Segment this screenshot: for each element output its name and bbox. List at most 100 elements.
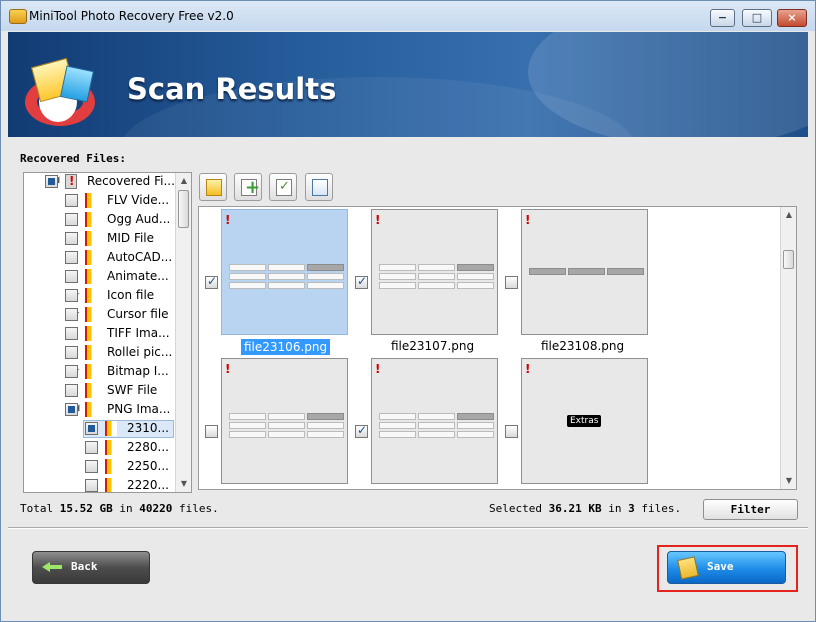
tree-checkbox[interactable] xyxy=(85,479,98,492)
thumbnail-filename[interactable]: file23107.png xyxy=(391,339,474,353)
tree-item-label: MID File xyxy=(107,231,155,245)
image-thumbnail[interactable]: ! xyxy=(371,209,498,335)
image-thumbnail[interactable]: ! xyxy=(521,209,648,335)
tree-checkbox[interactable] xyxy=(65,327,78,340)
tree-row[interactable]: Ogg Aud... xyxy=(24,211,174,230)
thumbnail-checkbox[interactable] xyxy=(355,423,368,438)
preview-row xyxy=(379,413,496,422)
thumbnail-scrollbar[interactable]: ▲ ▼ xyxy=(780,207,796,489)
tree-checkbox[interactable] xyxy=(85,441,98,454)
thumbnail-checkbox[interactable] xyxy=(505,276,518,289)
main-window: MiniTool Photo Recovery Free v2.0 − □ × … xyxy=(0,0,816,622)
back-button[interactable]: Back xyxy=(32,551,150,584)
preview-cell xyxy=(418,431,455,438)
recovered-files-icon xyxy=(65,174,77,189)
tree-row[interactable]: 2220... xyxy=(24,477,174,492)
tree-scroll-thumb[interactable] xyxy=(178,190,189,228)
tree-checkbox[interactable] xyxy=(65,289,78,302)
tree-checkbox[interactable] xyxy=(45,175,58,188)
tree-row[interactable]: ◢PNG Ima... xyxy=(24,401,174,420)
image-thumbnail[interactable]: ! xyxy=(221,209,348,335)
recovered-files-tree[interactable]: ◢Recovered Fi...FLV Vide... Ogg Aud... MID… xyxy=(23,172,192,493)
folder-up-icon xyxy=(206,179,222,196)
thumbnail-checkbox[interactable] xyxy=(505,425,518,438)
go-up-button[interactable] xyxy=(199,173,227,201)
tree-row[interactable]: ◢Recovered Fi... xyxy=(24,173,175,192)
thumbnail-scroll-down-icon[interactable]: ▼ xyxy=(781,473,796,489)
tree-checkbox[interactable] xyxy=(65,308,78,321)
tree-checkbox[interactable] xyxy=(65,232,78,245)
tree-checkbox[interactable] xyxy=(65,213,78,226)
preview-cell xyxy=(379,264,416,271)
thumbnail-checkbox[interactable] xyxy=(205,425,218,438)
image-thumbnail[interactable]: ! Extras xyxy=(521,358,648,484)
tree-checkbox[interactable] xyxy=(65,384,78,397)
tree-scroll-down-icon[interactable]: ▼ xyxy=(176,476,191,492)
tree-checkbox[interactable] xyxy=(85,460,98,473)
tree-checkbox[interactable] xyxy=(65,194,78,207)
view-menu-button[interactable] xyxy=(305,173,333,201)
tree-item-label: Cursor file xyxy=(107,307,169,321)
preview-cell xyxy=(418,264,455,271)
view-menu-icon xyxy=(312,179,328,196)
total-suffix: files. xyxy=(179,502,219,515)
preview-row xyxy=(529,277,646,286)
tree-item-label: TIFF Ima... xyxy=(107,326,170,340)
thumbnail-grid[interactable]: ! file23106.png! file23107.png! file23108.p… xyxy=(198,206,797,490)
tree-row[interactable]: ▷Cursor file xyxy=(24,306,174,325)
save-button[interactable]: Save xyxy=(667,551,786,584)
preview-cell xyxy=(268,282,305,289)
file-type-icon xyxy=(105,440,117,455)
tree-row[interactable]: FLV Vide... xyxy=(24,192,174,211)
tree-checkbox[interactable] xyxy=(85,422,98,435)
file-type-icon xyxy=(85,383,97,398)
thumbnail-scroll-thumb[interactable] xyxy=(783,250,794,269)
tree-row[interactable]: Rollei pic... xyxy=(24,344,174,363)
tree-checkbox[interactable] xyxy=(65,251,78,264)
thumbnail-checkbox[interactable] xyxy=(205,274,218,289)
tree-row[interactable]: SWF File xyxy=(24,382,174,401)
file-type-icon xyxy=(105,459,117,474)
thumbnail-filename[interactable]: file23108.png xyxy=(541,339,624,353)
tree-checkbox[interactable] xyxy=(65,346,78,359)
image-thumbnail[interactable]: ! xyxy=(371,358,498,484)
maximize-button[interactable]: □ xyxy=(742,9,772,27)
image-thumbnail[interactable]: ! xyxy=(221,358,348,484)
tree-checkbox[interactable] xyxy=(65,403,78,416)
thumbnail-checkbox[interactable] xyxy=(355,274,368,289)
tree-item-label: 2310... xyxy=(127,421,169,435)
tree-scroll-up-icon[interactable]: ▲ xyxy=(176,173,191,189)
file-type-icon xyxy=(85,402,97,417)
minimize-button[interactable]: − xyxy=(710,9,735,27)
add-button[interactable]: + xyxy=(234,173,262,201)
file-type-icon xyxy=(85,231,97,246)
preview-cell xyxy=(268,431,305,438)
preview-cell xyxy=(457,264,494,271)
tree-scrollbar[interactable]: ▲ ▼ xyxy=(175,173,191,492)
tree-checkbox[interactable] xyxy=(65,365,78,378)
tree-row-selected[interactable]: 2310... xyxy=(24,420,174,439)
tree-row[interactable]: AutoCAD... xyxy=(24,249,174,268)
close-button[interactable]: × xyxy=(777,9,807,27)
minimize-icon: − xyxy=(717,11,728,24)
tree-row[interactable]: TIFF Ima... xyxy=(24,325,174,344)
tree-checkbox[interactable] xyxy=(65,270,78,283)
check-all-icon: ✓ xyxy=(276,179,292,196)
tree-row[interactable]: ▷Bitmap I... xyxy=(24,363,174,382)
thumbnail-scroll-up-icon[interactable]: ▲ xyxy=(781,207,796,223)
tree-row[interactable]: Animate... xyxy=(24,268,174,287)
tree-row[interactable]: ▷Icon file xyxy=(24,287,174,306)
recovered-warning-icon: ! xyxy=(525,213,531,227)
tree-row[interactable]: 2280... xyxy=(24,439,174,458)
thumbnail-filename[interactable]: file23106.png xyxy=(241,339,331,355)
file-type-icon xyxy=(85,269,97,284)
filter-button[interactable]: Filter xyxy=(703,499,798,520)
tree-row[interactable]: 2250... xyxy=(24,458,174,477)
tree-item-label: SWF File xyxy=(107,383,158,397)
total-files-status: Total 15.52 GB in 40220 files. xyxy=(20,502,219,515)
tree-row[interactable]: MID File xyxy=(24,230,174,249)
tree-item-label: Bitmap I... xyxy=(107,364,169,378)
preview-cell xyxy=(229,422,266,429)
preview-cell xyxy=(268,264,305,271)
check-all-button[interactable]: ✓ xyxy=(269,173,297,201)
